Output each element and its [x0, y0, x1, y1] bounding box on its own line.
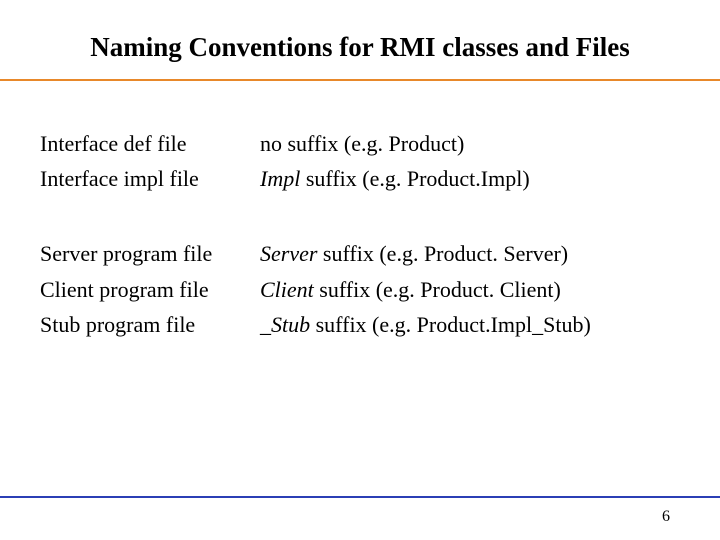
group-2: Server program file Server suffix (e.g. …: [40, 236, 680, 342]
value-server-program: Server suffix (e.g. Product. Server): [260, 236, 680, 271]
divider-bottom: [0, 496, 720, 498]
label-interface-impl: Interface impl file: [40, 161, 260, 196]
table-row: Client program file Client suffix (e.g. …: [40, 272, 680, 307]
label-stub-program: Stub program file: [40, 307, 260, 342]
slide-title: Naming Conventions for RMI classes and F…: [0, 0, 720, 79]
group-1: Interface def file no suffix (e.g. Produ…: [40, 126, 680, 196]
italic-prefix: _Stub: [260, 312, 310, 337]
rest-text: suffix (e.g. Product.Impl): [300, 166, 529, 191]
label-client-program: Client program file: [40, 272, 260, 307]
table-row: Interface impl file Impl suffix (e.g. Pr…: [40, 161, 680, 196]
table-row: Stub program file _Stub suffix (e.g. Pro…: [40, 307, 680, 342]
label-server-program: Server program file: [40, 236, 260, 271]
rest-text: suffix (e.g. Product. Server): [317, 241, 568, 266]
italic-prefix: Server: [260, 241, 317, 266]
value-client-program: Client suffix (e.g. Product. Client): [260, 272, 680, 307]
rest-text: suffix (e.g. Product. Client): [314, 277, 561, 302]
italic-prefix: Client: [260, 277, 314, 302]
label-interface-def: Interface def file: [40, 126, 260, 161]
value-stub-program: _Stub suffix (e.g. Product.Impl_Stub): [260, 307, 680, 342]
value-interface-def: no suffix (e.g. Product): [260, 126, 680, 161]
table-row: Interface def file no suffix (e.g. Produ…: [40, 126, 680, 161]
page-number: 6: [662, 508, 670, 526]
rest-text: suffix (e.g. Product.Impl_Stub): [310, 312, 591, 337]
content-area: Interface def file no suffix (e.g. Produ…: [0, 81, 720, 342]
table-row: Server program file Server suffix (e.g. …: [40, 236, 680, 271]
value-interface-impl: Impl suffix (e.g. Product.Impl): [260, 161, 680, 196]
italic-prefix: Impl: [260, 166, 300, 191]
